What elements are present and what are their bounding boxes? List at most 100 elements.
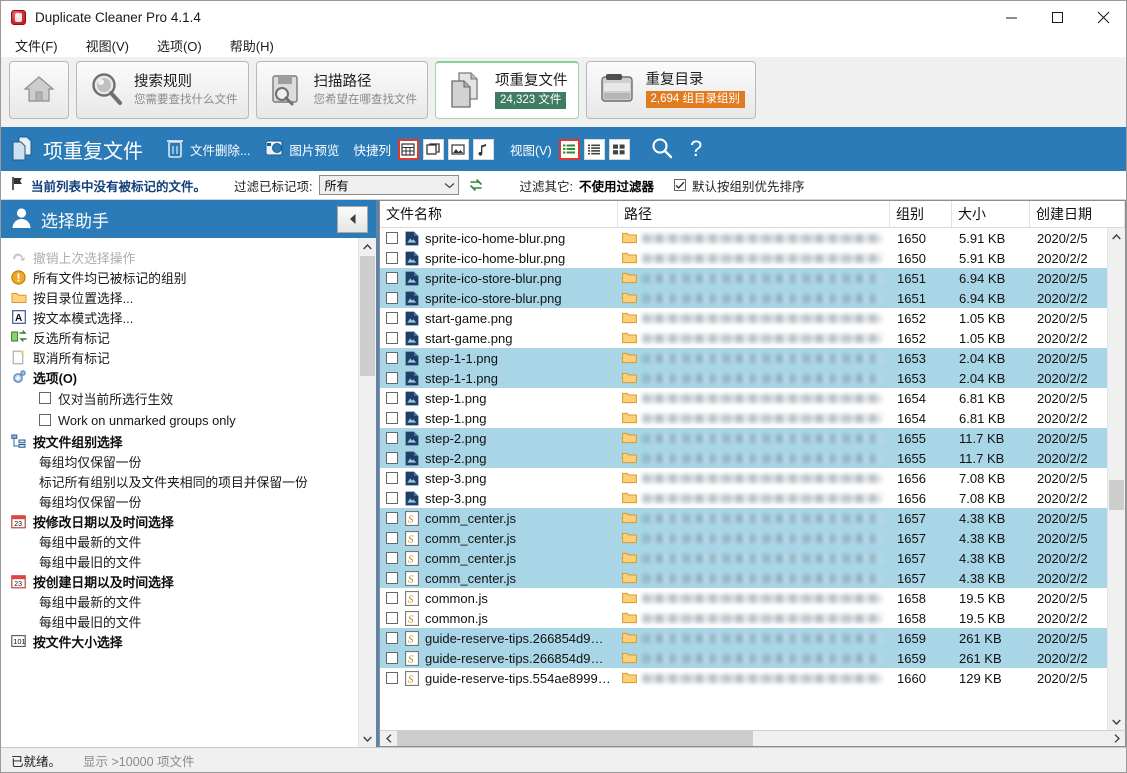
assistant-item-newest-created[interactable]: 每组中最新的文件 xyxy=(10,591,359,611)
row-checkbox[interactable] xyxy=(386,252,398,264)
table-row[interactable]: step-3.png16567.08 KB2020/2/2 xyxy=(380,488,1108,508)
tab-scan-paths[interactable]: 扫描路径 您希望在哪查找文件 xyxy=(256,61,429,119)
table-row[interactable]: Scomm_center.js16574.38 KB2020/2/2 xyxy=(380,568,1108,588)
cell-path[interactable] xyxy=(618,388,890,408)
assistant-item-mark-same-folder-keep-one[interactable]: 标记所有组别以及文件夹相同的项目并保留一份 xyxy=(10,471,359,491)
cell-filename[interactable]: start-game.png xyxy=(380,328,618,348)
cell-path[interactable] xyxy=(618,288,890,308)
image-preview-button[interactable]: 图片预览 xyxy=(264,138,339,161)
cell-path[interactable] xyxy=(618,428,890,448)
table-row[interactable]: Scomm_center.js16574.38 KB2020/2/5 xyxy=(380,528,1108,548)
sidebar-scrollbar[interactable] xyxy=(358,238,376,747)
cell-path[interactable] xyxy=(618,308,890,328)
cell-filename[interactable]: step-1.png xyxy=(380,388,618,408)
table-row[interactable]: Scommon.js165819.5 KB2020/2/2 xyxy=(380,608,1108,628)
cell-filename[interactable]: step-1-1.png xyxy=(380,368,618,388)
cell-path[interactable] xyxy=(618,408,890,428)
close-button[interactable] xyxy=(1080,1,1126,33)
sort-by-group-checkbox[interactable] xyxy=(674,179,686,191)
row-checkbox[interactable] xyxy=(386,392,398,404)
cell-filename[interactable]: Scommon.js xyxy=(380,588,618,608)
row-checkbox[interactable] xyxy=(386,292,398,304)
cell-filename[interactable]: Scomm_center.js xyxy=(380,528,618,548)
cell-path[interactable] xyxy=(618,628,890,648)
assistant-item-select-by-text[interactable]: A 按文本模式选择... xyxy=(10,307,359,327)
horizontal-scroll-thumb[interactable] xyxy=(397,731,753,746)
cell-path[interactable] xyxy=(618,328,890,348)
column-header-path[interactable]: 路径 xyxy=(618,201,890,227)
cell-path[interactable] xyxy=(618,468,890,488)
table-row[interactable]: start-game.png16521.05 KB2020/2/2 xyxy=(380,328,1108,348)
cell-path[interactable] xyxy=(618,568,890,588)
cell-filename[interactable]: Scomm_center.js xyxy=(380,548,618,568)
column-header-group[interactable]: 组别 xyxy=(890,201,952,227)
table-row[interactable]: sprite-ico-store-blur.png16516.94 KB2020… xyxy=(380,288,1108,308)
assistant-item-keep-one-per-group-a[interactable]: 每组均仅保留一份 xyxy=(10,451,359,471)
table-row[interactable]: step-1.png16546.81 KB2020/2/5 xyxy=(380,388,1108,408)
column-header-filename[interactable]: 文件名称 xyxy=(380,201,618,227)
scroll-down-icon[interactable] xyxy=(1108,713,1125,730)
column-header-size[interactable]: 大小 xyxy=(952,201,1030,227)
row-checkbox[interactable] xyxy=(386,332,398,344)
list-detail-icon[interactable] xyxy=(559,139,580,160)
row-checkbox[interactable] xyxy=(386,592,398,604)
music-note-icon[interactable] xyxy=(473,139,494,160)
file-list-horizontal-scrollbar[interactable] xyxy=(379,730,1126,747)
cell-path[interactable] xyxy=(618,588,890,608)
file-list-scroll-thumb[interactable] xyxy=(1109,480,1124,510)
list-compact-icon[interactable] xyxy=(584,139,605,160)
table-row[interactable]: step-1.png16546.81 KB2020/2/2 xyxy=(380,408,1108,428)
refresh-icon[interactable] xyxy=(465,174,488,197)
table-row[interactable]: sprite-ico-home-blur.png16505.91 KB2020/… xyxy=(380,228,1108,248)
table-row[interactable]: Sguide-reserve-tips.266854d9…1659261 KB2… xyxy=(380,648,1108,668)
table-row[interactable]: step-3.png16567.08 KB2020/2/5 xyxy=(380,468,1108,488)
column-header-created-date[interactable]: 创建日期 xyxy=(1030,201,1125,227)
menu-item-help[interactable]: 帮助(H) xyxy=(228,34,288,57)
cell-path[interactable] xyxy=(618,648,890,668)
cell-filename[interactable]: Scommon.js xyxy=(380,608,618,628)
assistant-item-keep-one-per-group-b[interactable]: 每组均仅保留一份 xyxy=(10,491,359,511)
horizontal-scroll-track[interactable] xyxy=(397,731,1108,746)
assistant-item-oldest-modified[interactable]: 每组中最旧的文件 xyxy=(10,551,359,571)
cell-filename[interactable]: step-1-1.png xyxy=(380,348,618,368)
menu-item-file[interactable]: 文件(F) xyxy=(13,34,72,57)
assistant-option-unmarked-groups-only[interactable]: Work on unmarked groups only xyxy=(10,409,359,431)
assistant-item-all-marked-groups[interactable]: 所有文件均已被标记的组别 xyxy=(10,267,359,287)
table-row[interactable]: sprite-ico-home-blur.png16505.91 KB2020/… xyxy=(380,248,1108,268)
table-row[interactable]: step-1-1.png16532.04 KB2020/2/5 xyxy=(380,348,1108,368)
row-checkbox[interactable] xyxy=(386,552,398,564)
checkbox[interactable] xyxy=(39,392,51,404)
row-checkbox[interactable] xyxy=(386,652,398,664)
scroll-down-icon[interactable] xyxy=(359,730,376,747)
filter-marked-select[interactable]: 所有 xyxy=(319,175,459,195)
tab-duplicate-folders[interactable]: 重复目录 2,694 组目录组别 xyxy=(586,61,756,119)
cell-filename[interactable]: step-2.png xyxy=(380,428,618,448)
row-checkbox[interactable] xyxy=(386,372,398,384)
cell-filename[interactable]: sprite-ico-store-blur.png xyxy=(380,268,618,288)
row-checkbox[interactable] xyxy=(386,572,398,584)
table-row[interactable]: step-2.png165511.7 KB2020/2/2 xyxy=(380,448,1108,468)
delete-files-button[interactable]: 文件删除... xyxy=(165,137,250,162)
cell-filename[interactable]: Sguide-reserve-tips.266854d9… xyxy=(380,648,618,668)
tiles-icon[interactable] xyxy=(609,139,630,160)
cell-path[interactable] xyxy=(618,488,890,508)
tab-search-rules[interactable]: 搜索规则 您需要查找什么文件 xyxy=(76,61,249,119)
help-icon[interactable]: ? xyxy=(686,136,708,163)
scroll-left-icon[interactable] xyxy=(380,731,397,746)
cell-filename[interactable]: start-game.png xyxy=(380,308,618,328)
view-menu-label[interactable]: 视图(V) xyxy=(510,140,552,159)
row-checkbox[interactable] xyxy=(386,432,398,444)
scroll-up-icon[interactable] xyxy=(359,238,376,255)
scroll-right-icon[interactable] xyxy=(1108,731,1125,746)
table-row[interactable]: Scomm_center.js16574.38 KB2020/2/2 xyxy=(380,548,1108,568)
search-icon[interactable] xyxy=(650,136,674,163)
menu-item-options[interactable]: 选项(O) xyxy=(155,34,216,57)
row-checkbox[interactable] xyxy=(386,672,398,684)
row-checkbox[interactable] xyxy=(386,632,398,644)
grid-icon[interactable] xyxy=(398,139,419,160)
table-row[interactable]: step-2.png165511.7 KB2020/2/5 xyxy=(380,428,1108,448)
table-row[interactable]: Sguide-reserve-tips.266854d9…1659261 KB2… xyxy=(380,628,1108,648)
assistant-item-newest-modified[interactable]: 每组中最新的文件 xyxy=(10,531,359,551)
cell-path[interactable] xyxy=(618,248,890,268)
table-row[interactable]: Scommon.js165819.5 KB2020/2/5 xyxy=(380,588,1108,608)
